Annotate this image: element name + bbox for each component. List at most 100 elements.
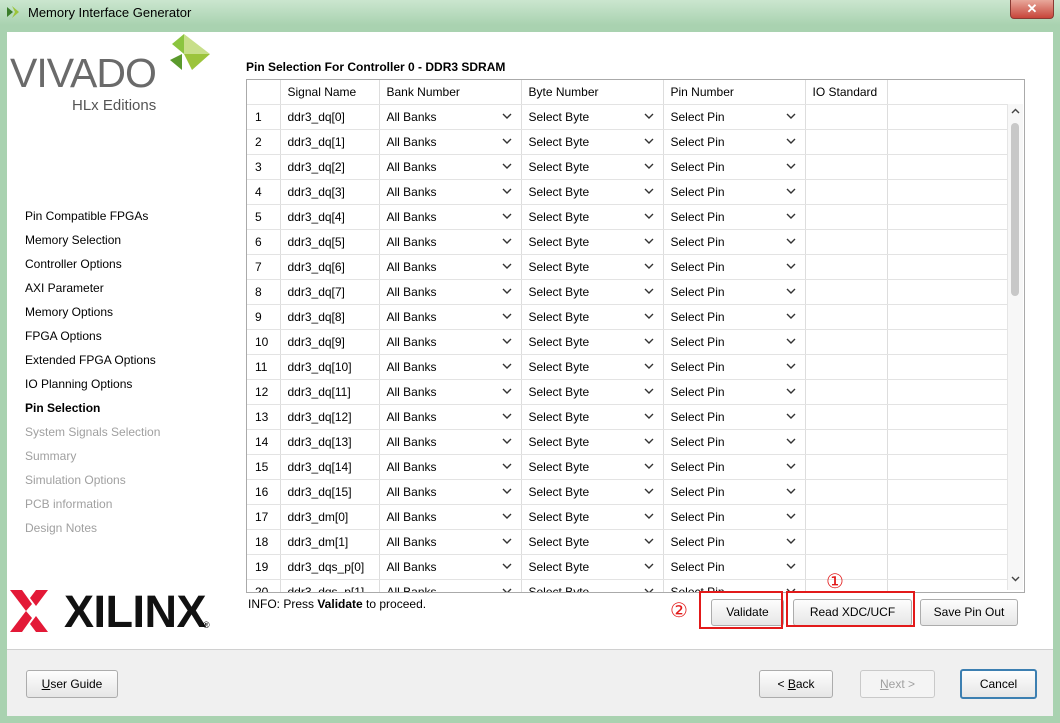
column-header-pin-number[interactable]: Pin Number	[663, 80, 806, 105]
table-row[interactable]: 1 ddr3_dq[0] All Banks Select Byte Select Pi…	[247, 104, 1008, 130]
scrollbar-thumb[interactable]	[1011, 123, 1019, 296]
close-button[interactable]: ✕	[1010, 0, 1054, 19]
nav-step[interactable]: Controller Options	[25, 256, 160, 280]
byte-number-dropdown[interactable]: Select Byte	[521, 129, 664, 155]
table-row[interactable]: 17 ddr3_dm[0] All Banks Select Byte Select P…	[247, 504, 1008, 530]
column-header-io-standard[interactable]: IO Standard	[805, 80, 888, 105]
table-row[interactable]: 14 ddr3_dq[13] All Banks Select Byte Select …	[247, 429, 1008, 455]
byte-number-dropdown[interactable]: Select Byte	[521, 179, 664, 205]
io-standard-cell[interactable]	[805, 304, 888, 330]
byte-number-dropdown[interactable]: Select Byte	[521, 404, 664, 430]
pin-number-dropdown[interactable]: Select Pin	[663, 379, 806, 405]
column-header-signal-name[interactable]: Signal Name	[280, 80, 380, 105]
nav-step[interactable]: Memory Options	[25, 304, 160, 328]
bank-number-dropdown[interactable]: All Banks	[379, 229, 522, 255]
table-row[interactable]: 6 ddr3_dq[5] All Banks Select Byte Select Pi…	[247, 229, 1008, 255]
byte-number-dropdown[interactable]: Select Byte	[521, 579, 664, 592]
byte-number-dropdown[interactable]: Select Byte	[521, 454, 664, 480]
bank-number-dropdown[interactable]: All Banks	[379, 129, 522, 155]
bank-number-dropdown[interactable]: All Banks	[379, 204, 522, 230]
bank-number-dropdown[interactable]: All Banks	[379, 329, 522, 355]
table-vertical-scrollbar[interactable]	[1007, 104, 1023, 590]
nav-step[interactable]: FPGA Options	[25, 328, 160, 352]
table-row[interactable]: 11 ddr3_dq[10] All Banks Select Byte Select …	[247, 354, 1008, 380]
table-row[interactable]: 19 ddr3_dqs_p[0] All Banks Select Byte Selec…	[247, 554, 1008, 580]
table-row[interactable]: 5 ddr3_dq[4] All Banks Select Byte Select Pi…	[247, 204, 1008, 230]
pin-number-dropdown[interactable]: Select Pin	[663, 454, 806, 480]
io-standard-cell[interactable]	[805, 429, 888, 455]
pin-number-dropdown[interactable]: Select Pin	[663, 104, 806, 130]
table-row[interactable]: 18 ddr3_dm[1] All Banks Select Byte Select P…	[247, 529, 1008, 555]
byte-number-dropdown[interactable]: Select Byte	[521, 304, 664, 330]
table-row[interactable]: 7 ddr3_dq[6] All Banks Select Byte Select Pi…	[247, 254, 1008, 280]
table-row[interactable]: 8 ddr3_dq[7] All Banks Select Byte Select Pi…	[247, 279, 1008, 305]
io-standard-cell[interactable]	[805, 554, 888, 580]
table-row[interactable]: 10 ddr3_dq[9] All Banks Select Byte Select P…	[247, 329, 1008, 355]
pin-number-dropdown[interactable]: Select Pin	[663, 229, 806, 255]
pin-number-dropdown[interactable]: Select Pin	[663, 254, 806, 280]
pin-number-dropdown[interactable]: Select Pin	[663, 204, 806, 230]
pin-number-dropdown[interactable]: Select Pin	[663, 329, 806, 355]
bank-number-dropdown[interactable]: All Banks	[379, 179, 522, 205]
io-standard-cell[interactable]	[805, 379, 888, 405]
pin-number-dropdown[interactable]: Select Pin	[663, 479, 806, 505]
io-standard-cell[interactable]	[805, 179, 888, 205]
column-header-byte-number[interactable]: Byte Number	[521, 80, 664, 105]
nav-step[interactable]: Extended FPGA Options	[25, 352, 160, 376]
byte-number-dropdown[interactable]: Select Byte	[521, 254, 664, 280]
bank-number-dropdown[interactable]: All Banks	[379, 279, 522, 305]
pin-number-dropdown[interactable]: Select Pin	[663, 354, 806, 380]
nav-step-active[interactable]: Pin Selection	[25, 400, 160, 424]
user-guide-button[interactable]: User Guide	[26, 670, 118, 698]
io-standard-cell[interactable]	[805, 204, 888, 230]
bank-number-dropdown[interactable]: All Banks	[379, 529, 522, 555]
bank-number-dropdown[interactable]: All Banks	[379, 154, 522, 180]
nav-step[interactable]: Memory Selection	[25, 232, 160, 256]
pin-number-dropdown[interactable]: Select Pin	[663, 554, 806, 580]
bank-number-dropdown[interactable]: All Banks	[379, 354, 522, 380]
io-standard-cell[interactable]	[805, 504, 888, 530]
bank-number-dropdown[interactable]: All Banks	[379, 104, 522, 130]
back-button[interactable]: < Back	[759, 670, 833, 698]
bank-number-dropdown[interactable]: All Banks	[379, 479, 522, 505]
io-standard-cell[interactable]	[805, 129, 888, 155]
cancel-button[interactable]: Cancel	[960, 669, 1037, 699]
table-row[interactable]: 16 ddr3_dq[15] All Banks Select Byte Select …	[247, 479, 1008, 505]
bank-number-dropdown[interactable]: All Banks	[379, 579, 522, 592]
io-standard-cell[interactable]	[805, 154, 888, 180]
table-row[interactable]: 9 ddr3_dq[8] All Banks Select Byte Select Pi…	[247, 304, 1008, 330]
io-standard-cell[interactable]	[805, 529, 888, 555]
table-row[interactable]: 13 ddr3_dq[12] All Banks Select Byte Select …	[247, 404, 1008, 430]
pin-number-dropdown[interactable]: Select Pin	[663, 529, 806, 555]
bank-number-dropdown[interactable]: All Banks	[379, 554, 522, 580]
pin-number-dropdown[interactable]: Select Pin	[663, 179, 806, 205]
table-row[interactable]: 12 ddr3_dq[11] All Banks Select Byte Select …	[247, 379, 1008, 405]
nav-step[interactable]: Pin Compatible FPGAs	[25, 208, 160, 232]
pin-number-dropdown[interactable]: Select Pin	[663, 429, 806, 455]
column-header-bank-number[interactable]: Bank Number	[379, 80, 522, 105]
bank-number-dropdown[interactable]: All Banks	[379, 504, 522, 530]
io-standard-cell[interactable]	[805, 354, 888, 380]
table-row[interactable]: 4 ddr3_dq[3] All Banks Select Byte Select Pi…	[247, 179, 1008, 205]
bank-number-dropdown[interactable]: All Banks	[379, 429, 522, 455]
bank-number-dropdown[interactable]: All Banks	[379, 454, 522, 480]
table-row[interactable]: 15 ddr3_dq[14] All Banks Select Byte Select …	[247, 454, 1008, 480]
bank-number-dropdown[interactable]: All Banks	[379, 254, 522, 280]
scroll-down-icon[interactable]	[1011, 576, 1020, 582]
byte-number-dropdown[interactable]: Select Byte	[521, 479, 664, 505]
byte-number-dropdown[interactable]: Select Byte	[521, 104, 664, 130]
byte-number-dropdown[interactable]: Select Byte	[521, 329, 664, 355]
io-standard-cell[interactable]	[805, 454, 888, 480]
io-standard-cell[interactable]	[805, 279, 888, 305]
io-standard-cell[interactable]	[805, 404, 888, 430]
io-standard-cell[interactable]	[805, 254, 888, 280]
nav-step[interactable]: IO Planning Options	[25, 376, 160, 400]
io-standard-cell[interactable]	[805, 479, 888, 505]
byte-number-dropdown[interactable]: Select Byte	[521, 554, 664, 580]
byte-number-dropdown[interactable]: Select Byte	[521, 154, 664, 180]
byte-number-dropdown[interactable]: Select Byte	[521, 204, 664, 230]
save-pin-out-button[interactable]: Save Pin Out	[920, 599, 1018, 626]
scroll-up-icon[interactable]	[1011, 108, 1020, 114]
byte-number-dropdown[interactable]: Select Byte	[521, 529, 664, 555]
pin-number-dropdown[interactable]: Select Pin	[663, 404, 806, 430]
